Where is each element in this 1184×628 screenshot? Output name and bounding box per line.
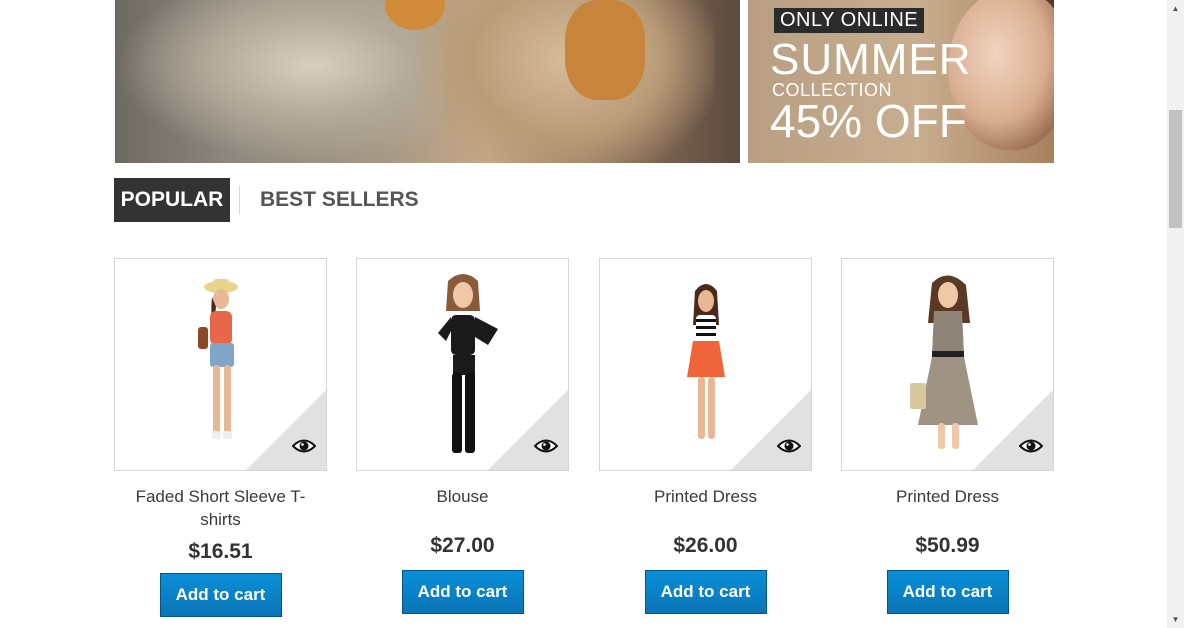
tab-popular[interactable]: POPULAR [114, 178, 230, 222]
quick-view-corner [731, 390, 811, 470]
add-to-cart-button[interactable]: Add to cart [401, 570, 524, 614]
product-price: $50.99 [915, 534, 980, 557]
product-image[interactable] [599, 258, 812, 471]
add-to-cart-button[interactable]: Add to cart [644, 570, 767, 614]
slide-image-glove [565, 0, 645, 100]
slide-image-scarf [415, 0, 715, 163]
eye-icon[interactable] [777, 438, 801, 454]
eye-icon[interactable] [292, 438, 316, 454]
product-card: Blouse $27.00 Add to cart [356, 258, 569, 614]
product-name[interactable]: Faded Short Sleeve T-shirts [114, 485, 327, 531]
product-image[interactable] [841, 258, 1054, 471]
promo-headline: SUMMER [770, 35, 972, 84]
home-slider[interactable] [115, 0, 740, 163]
product-model-image [197, 279, 238, 439]
product-name[interactable]: Printed Dress [841, 485, 1054, 531]
quick-view-corner [973, 390, 1053, 470]
product-price: $16.51 [188, 540, 253, 563]
scroll-down-icon[interactable]: ▼ [1167, 611, 1184, 628]
tab-divider [239, 186, 240, 214]
tab-best-sellers[interactable]: BEST SELLERS [260, 178, 419, 222]
product-image[interactable] [356, 258, 569, 471]
promo-banner[interactable]: ONLY ONLINE SUMMER COLLECTION 45% OFF [748, 0, 1054, 163]
scrollbar-thumb[interactable] [1169, 110, 1182, 228]
add-to-cart-button[interactable]: Add to cart [159, 573, 282, 617]
product-name[interactable]: Printed Dress [599, 485, 812, 531]
product-card: Faded Short Sleeve T-shirts $16.51 Add t… [114, 258, 327, 617]
product-name[interactable]: Blouse [356, 485, 569, 531]
add-to-cart-button[interactable]: Add to cart [886, 570, 1009, 614]
product-price: $27.00 [430, 534, 495, 557]
page-scrollbar[interactable]: ▲ ▼ [1167, 0, 1184, 628]
scroll-up-icon[interactable]: ▲ [1167, 0, 1184, 17]
product-model-image [686, 284, 725, 439]
product-image[interactable] [114, 258, 327, 471]
product-price: $26.00 [673, 534, 738, 557]
product-card: Printed Dress $26.00 Add to cart [599, 258, 812, 614]
quick-view-corner [246, 390, 326, 470]
promo-badge: ONLY ONLINE [774, 8, 925, 33]
quick-view-corner [488, 390, 568, 470]
product-card: Printed Dress $50.99 Add to cart [841, 258, 1054, 614]
promo-discount: 45% OFF [770, 95, 967, 147]
eye-icon[interactable] [1019, 438, 1043, 454]
eye-icon[interactable] [534, 438, 558, 454]
